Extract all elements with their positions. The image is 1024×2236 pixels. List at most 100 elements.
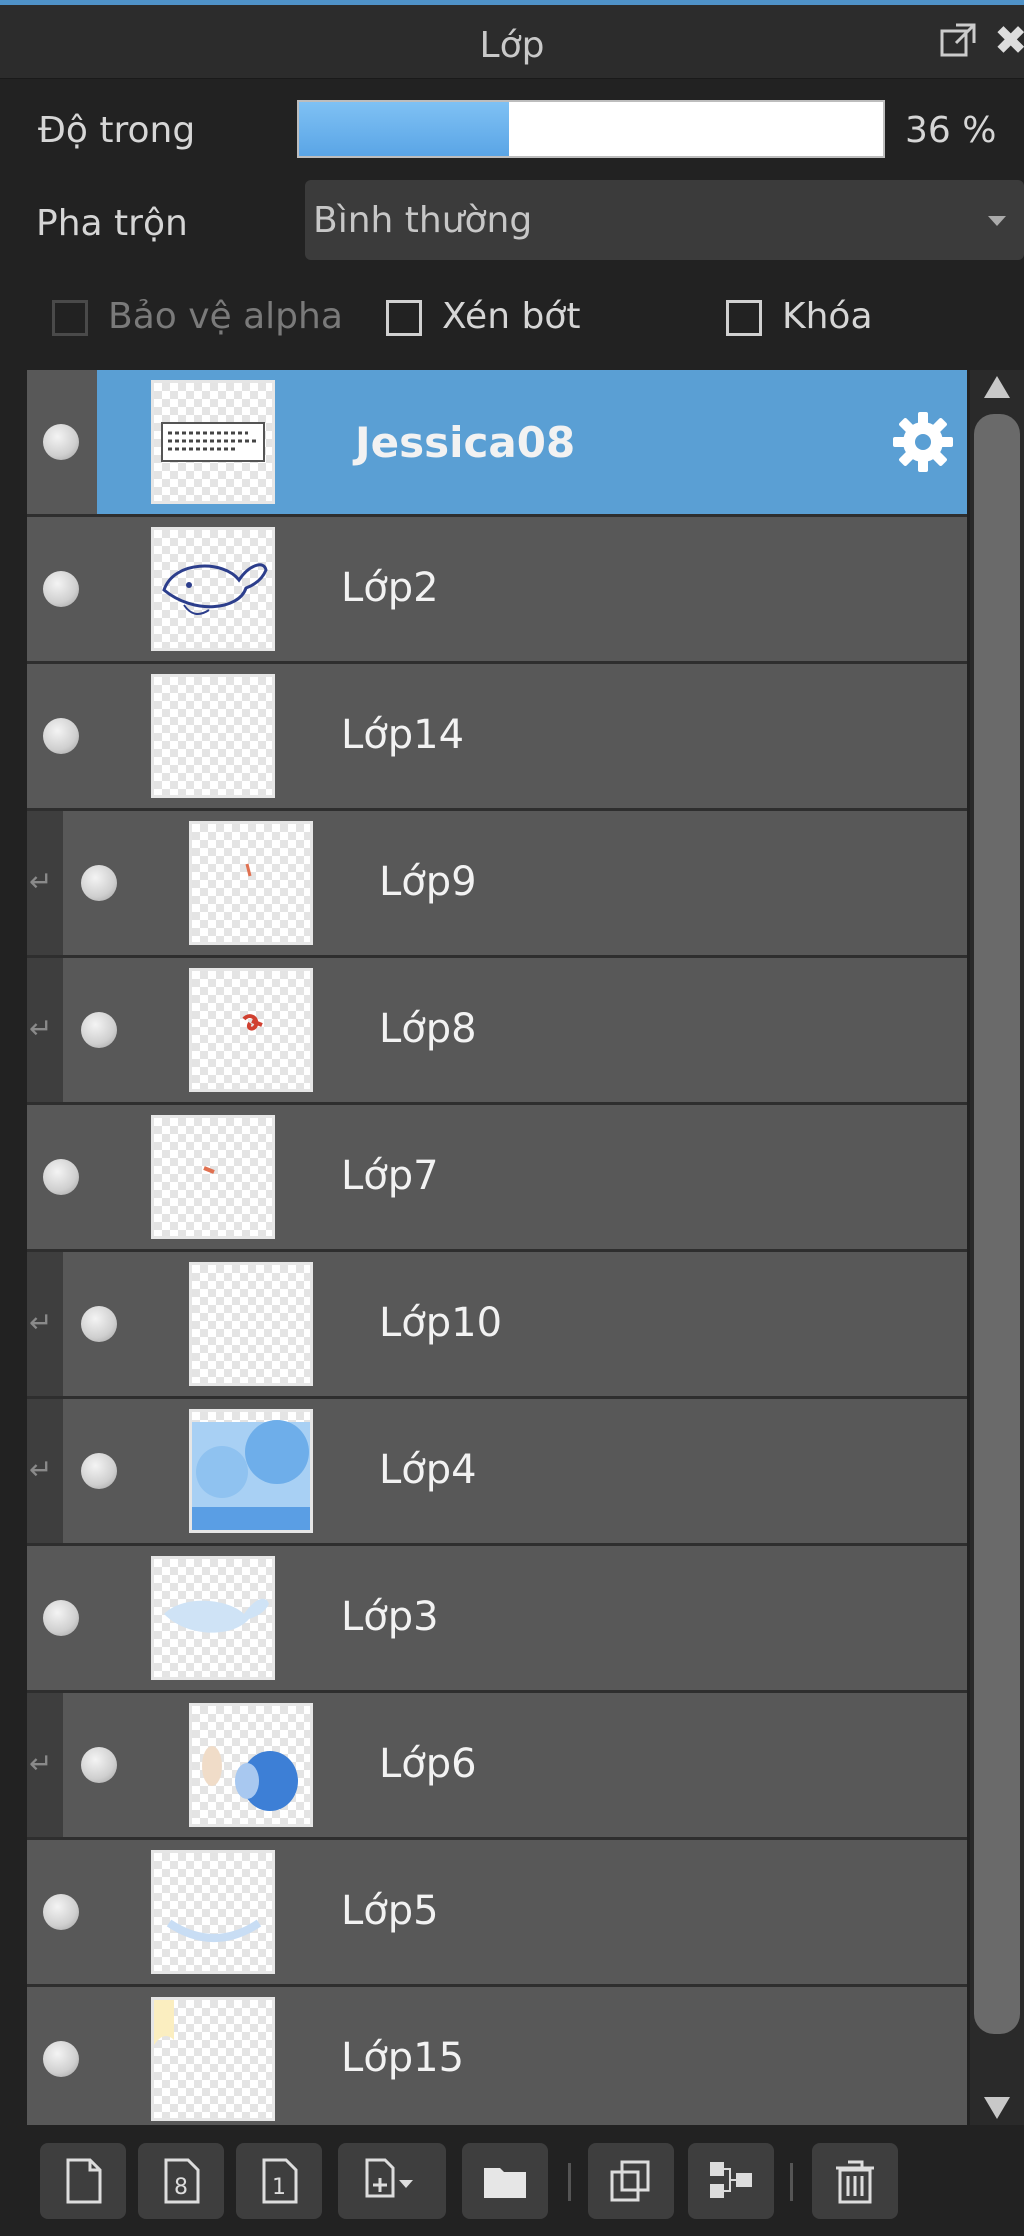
chevron-down-icon xyxy=(988,216,1006,226)
lock-checkbox[interactable] xyxy=(726,300,762,336)
layer-name: Lớp5 xyxy=(341,1888,439,1934)
layer-row[interactable]: ↵ Lớp4 xyxy=(27,1399,967,1546)
clipping-label: Xén bớt xyxy=(442,296,581,337)
visibility-toggle[interactable] xyxy=(27,1546,97,1690)
close-icon[interactable]: ✖ xyxy=(994,21,1024,61)
visibility-dot-icon xyxy=(43,1894,79,1930)
merge-layer-button[interactable] xyxy=(688,2143,774,2219)
layer-row[interactable]: Lớp2 xyxy=(27,517,967,664)
layer-name: Lớp7 xyxy=(341,1153,439,1199)
layer-row[interactable]: Lớp15 xyxy=(27,1987,967,2125)
clipping-indicator: ↵ xyxy=(27,958,63,1102)
layer-thumbnail xyxy=(189,1703,313,1827)
opacity-slider[interactable] xyxy=(297,100,885,158)
clipping-indicator: ↵ xyxy=(27,1399,63,1543)
trash-icon xyxy=(836,2160,874,2204)
visibility-toggle[interactable] xyxy=(27,1105,97,1249)
visibility-toggle[interactable] xyxy=(27,664,97,808)
clipping-indicator: ↵ xyxy=(27,1252,63,1396)
scroll-up-icon[interactable] xyxy=(984,376,1010,398)
lock-label: Khóa xyxy=(782,296,873,337)
layer-row[interactable]: Jessica08 xyxy=(27,370,967,517)
blend-mode-select[interactable]: Bình thường xyxy=(305,180,1024,260)
layer-thumbnail xyxy=(189,1409,313,1533)
visibility-toggle[interactable] xyxy=(65,958,135,1102)
layer-name: Lớp14 xyxy=(341,712,465,758)
panel-titlebar[interactable]: Lớp ✖ xyxy=(0,5,1024,79)
layer-settings-gear-icon[interactable] xyxy=(891,410,955,474)
layer-thumbnail xyxy=(151,527,275,651)
panel-title: Lớp xyxy=(479,25,545,66)
toolbar-separator xyxy=(568,2163,571,2201)
visibility-dot-icon xyxy=(43,1600,79,1636)
layer-thumbnail xyxy=(151,380,275,504)
layer-thumbnail xyxy=(151,1115,275,1239)
visibility-dot-icon xyxy=(43,718,79,754)
visibility-toggle[interactable] xyxy=(27,1987,97,2125)
folder-button[interactable] xyxy=(462,2143,548,2219)
layer-toolbar: 81 xyxy=(0,2125,1024,2236)
layer-thumbnail xyxy=(189,821,313,945)
layer-name: Jessica08 xyxy=(355,418,576,467)
layer-row[interactable]: ↵ Lớp9 xyxy=(27,811,967,958)
layer-thumbnail xyxy=(151,1850,275,1974)
layer-row[interactable]: ↵ Lớp10 xyxy=(27,1252,967,1399)
blend-label: Pha trộn xyxy=(36,203,188,244)
layer-thumbnail xyxy=(189,1262,313,1386)
layer-row[interactable]: Lớp14 xyxy=(27,664,967,811)
layer-name: Lớp4 xyxy=(379,1447,477,1493)
new-layer-button[interactable] xyxy=(40,2143,126,2219)
layer-list: Jessica08 Lớp2 Lớp14 ↵ Lớp9 ↵ Lớp8 Lớp7 ↵ Lớp10 ↵ L… xyxy=(27,370,967,2125)
trash-button[interactable] xyxy=(812,2143,898,2219)
folder-icon xyxy=(484,2168,526,2198)
new-8bit-layer-icon: 8 xyxy=(164,2158,200,2204)
clip-arrow-icon: ↵ xyxy=(29,1012,53,1045)
visibility-toggle[interactable] xyxy=(27,1840,97,1984)
visibility-dot-icon xyxy=(43,1159,79,1195)
visibility-toggle[interactable] xyxy=(65,811,135,955)
layer-name: Lớp6 xyxy=(379,1741,477,1787)
duplicate-layer-button[interactable] xyxy=(588,2143,674,2219)
toolbar-separator xyxy=(790,2163,793,2201)
layer-row[interactable]: Lớp3 xyxy=(27,1546,967,1693)
opacity-slider-fill xyxy=(299,102,510,156)
duplicate-layer-icon xyxy=(610,2160,650,2202)
layer-row[interactable]: ↵ Lớp8 xyxy=(27,958,967,1105)
layer-row[interactable]: Lớp5 xyxy=(27,1840,967,1987)
layer-name: Lớp3 xyxy=(341,1594,439,1640)
popout-icon[interactable] xyxy=(938,21,978,61)
layer-panel: Lớp ✖ Độ trong 36 % Pha trộn Bình thường… xyxy=(0,0,1024,2236)
layer-thumbnail xyxy=(151,674,275,798)
clip-arrow-icon: ↵ xyxy=(29,1747,53,1780)
visibility-dot-icon xyxy=(81,865,117,901)
visibility-toggle[interactable] xyxy=(65,1693,135,1837)
visibility-dot-icon xyxy=(43,424,79,460)
opacity-label: Độ trong xyxy=(38,110,196,151)
visibility-toggle[interactable] xyxy=(65,1399,135,1543)
scrollbar-thumb[interactable] xyxy=(974,414,1020,2034)
visibility-toggle[interactable] xyxy=(65,1252,135,1396)
visibility-dot-icon xyxy=(81,1012,117,1048)
new-8bit-layer-button[interactable]: 8 xyxy=(138,2143,224,2219)
layer-thumbnail xyxy=(151,1997,275,2121)
svg-text:1: 1 xyxy=(272,2175,286,2200)
protect-alpha-checkbox[interactable] xyxy=(52,300,88,336)
clip-arrow-icon: ↵ xyxy=(29,1306,53,1339)
clip-arrow-icon: ↵ xyxy=(29,865,53,898)
clipping-indicator: ↵ xyxy=(27,811,63,955)
scroll-down-icon[interactable] xyxy=(984,2097,1010,2119)
layer-row[interactable]: Lớp7 xyxy=(27,1105,967,1252)
clipping-indicator: ↵ xyxy=(27,1693,63,1837)
layer-row[interactable]: ↵ Lớp6 xyxy=(27,1693,967,1840)
clipping-checkbox[interactable] xyxy=(386,300,422,336)
visibility-dot-icon xyxy=(81,1747,117,1783)
layer-list-scrollbar[interactable] xyxy=(970,370,1024,2125)
add-layer-menu-button[interactable] xyxy=(338,2143,446,2219)
layer-name: Lớp15 xyxy=(341,2035,465,2081)
new-1bit-layer-button[interactable]: 1 xyxy=(236,2143,322,2219)
new-1bit-layer-icon: 1 xyxy=(262,2158,298,2204)
protect-alpha-label: Bảo vệ alpha xyxy=(108,296,343,337)
visibility-toggle[interactable] xyxy=(27,370,97,514)
visibility-toggle[interactable] xyxy=(27,517,97,661)
visibility-dot-icon xyxy=(81,1453,117,1489)
